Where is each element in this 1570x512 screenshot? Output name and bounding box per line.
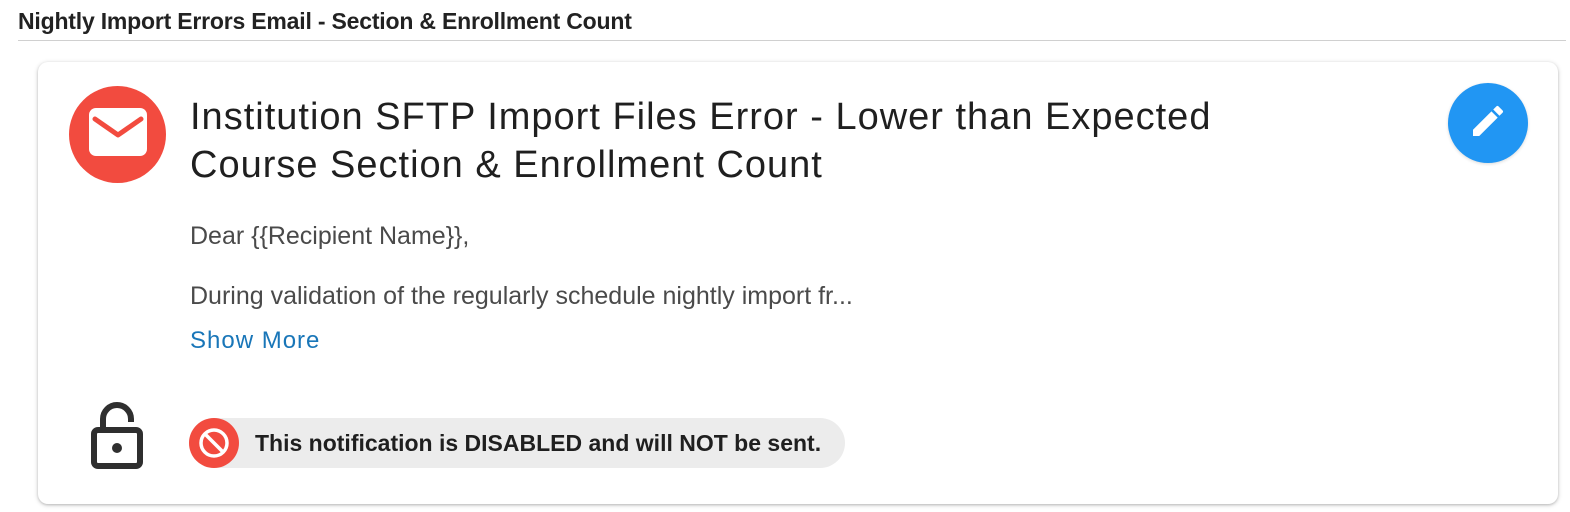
status-text: This notification is DISABLED and will N… — [255, 429, 822, 456]
edit-button[interactable] — [1448, 83, 1528, 163]
section-header: Nightly Import Errors Email - Section & … — [18, 6, 1566, 41]
mail-icon — [88, 107, 148, 162]
email-subject: Institution SFTP Import Files Error - Lo… — [190, 96, 1212, 186]
lock-open-icon — [90, 402, 144, 470]
show-more-link[interactable]: Show More — [190, 325, 320, 357]
notification-card: Institution SFTP Import Files Error - Lo… — [38, 62, 1558, 504]
block-icon — [189, 418, 239, 468]
section-title: Nightly Import Errors Email - Section & … — [18, 8, 632, 34]
pencil-icon — [1468, 101, 1508, 146]
status-badge: This notification is DISABLED and will N… — [189, 418, 846, 468]
notification-avatar — [69, 86, 166, 183]
email-greeting: Dear {{Recipient Name}}, — [190, 222, 470, 250]
email-body-preview: During validation of the regularly sched… — [190, 282, 853, 310]
